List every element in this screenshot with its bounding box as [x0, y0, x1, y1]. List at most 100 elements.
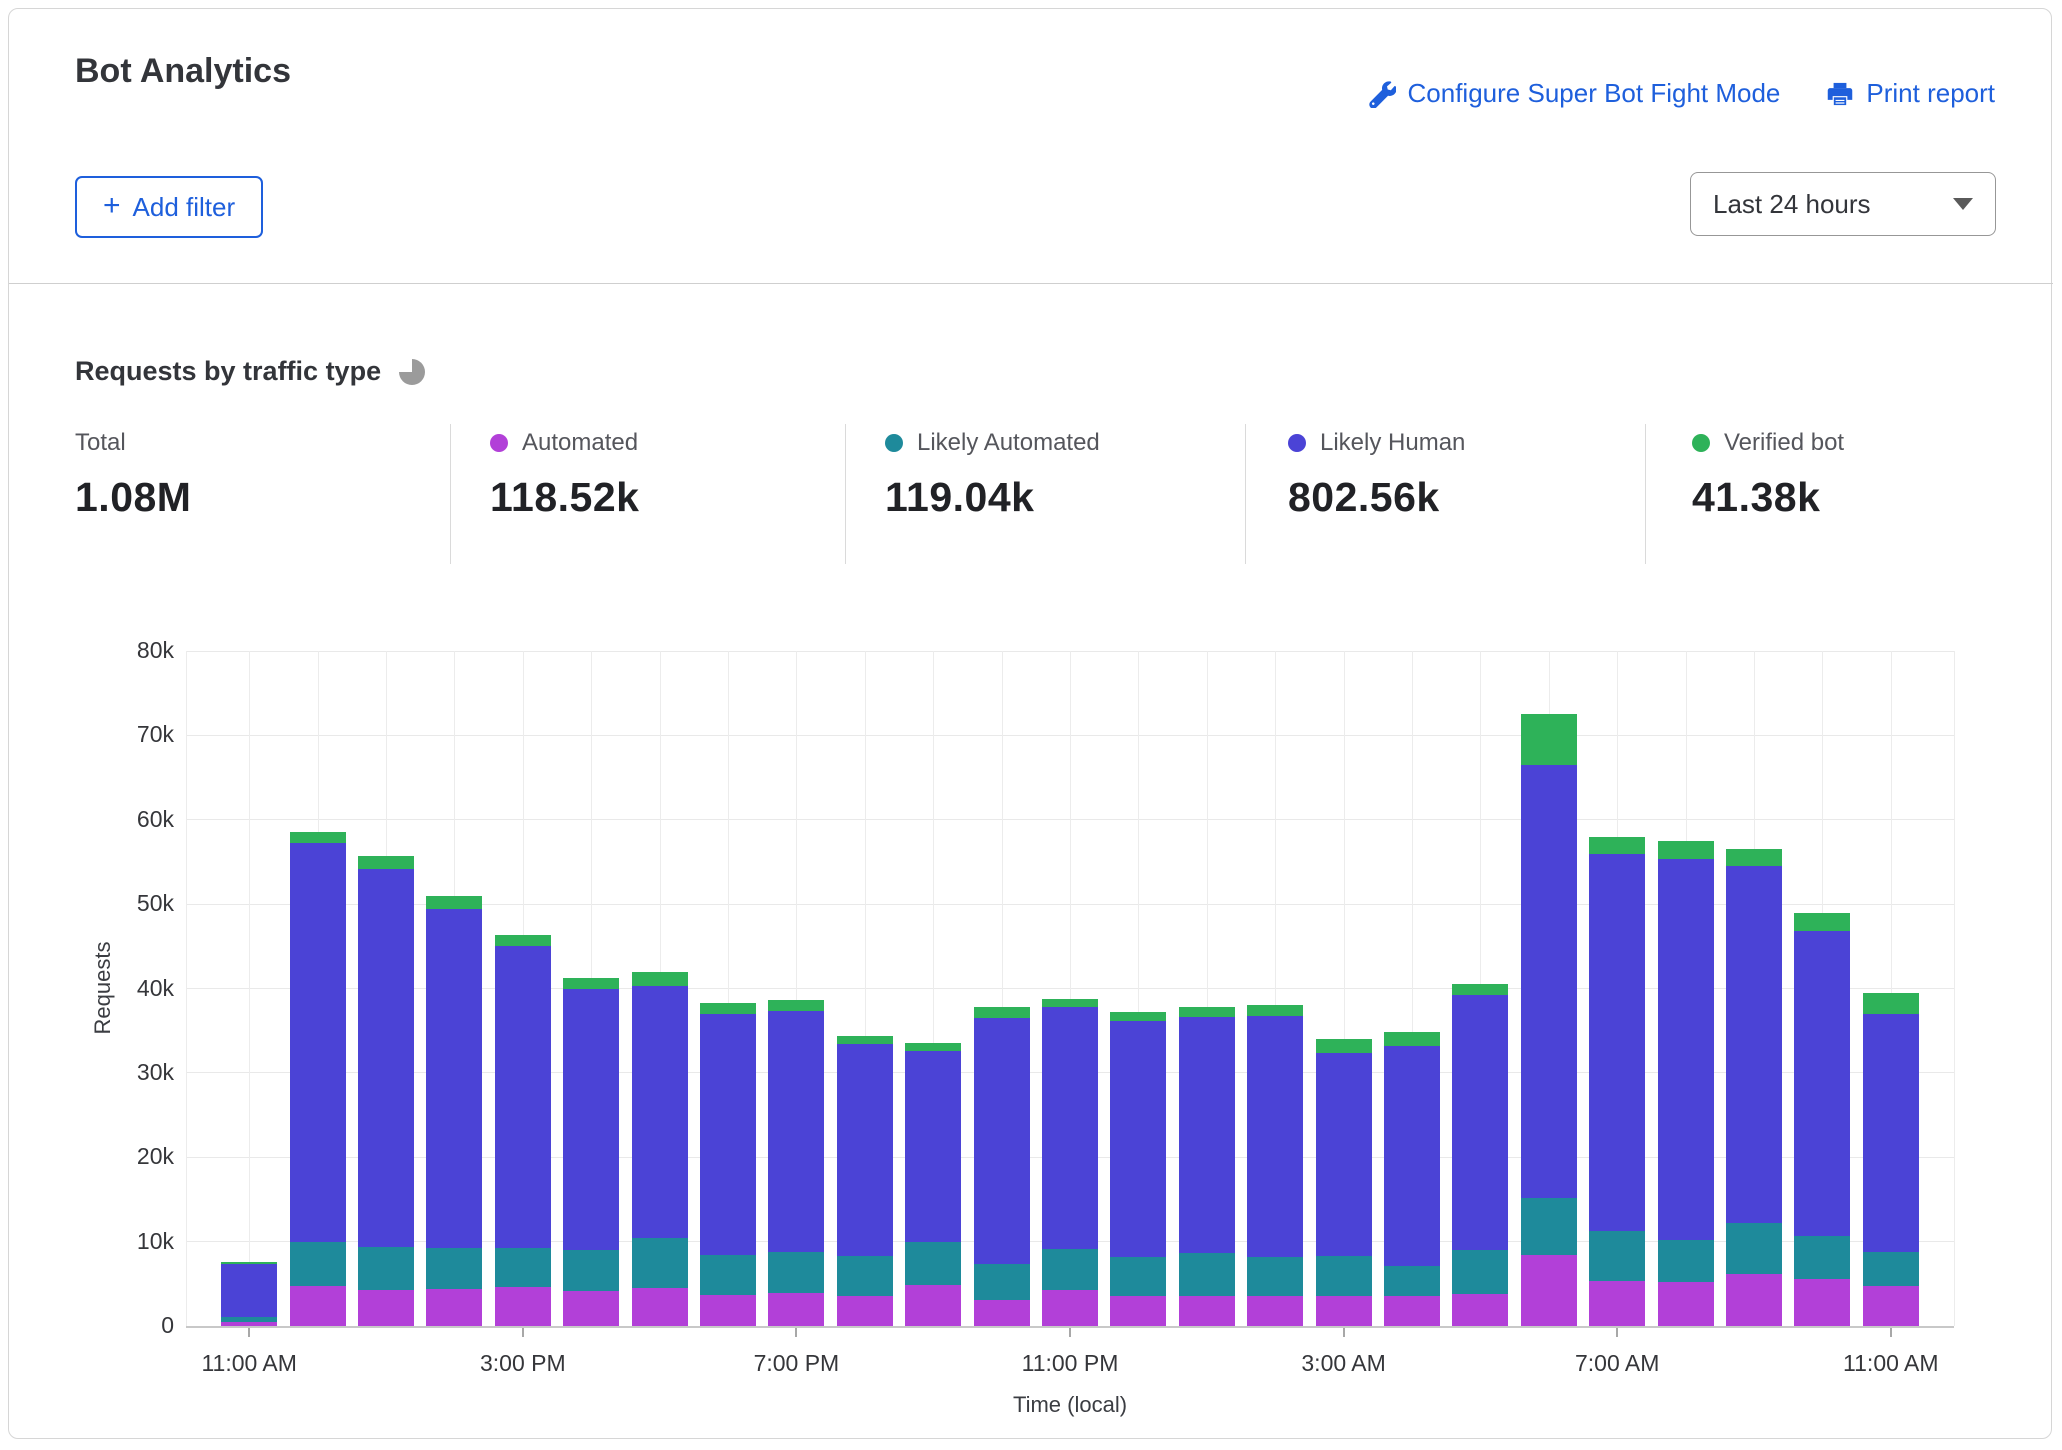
bar-segment-likely-automated[interactable] — [563, 1250, 619, 1291]
bar-segment-automated[interactable] — [768, 1293, 824, 1326]
bar-segment-automated[interactable] — [632, 1288, 688, 1326]
bar-segment-likely-automated[interactable] — [426, 1248, 482, 1289]
bar-segment-verified-bot[interactable] — [768, 1000, 824, 1011]
bar-segment-likely-automated[interactable] — [358, 1247, 414, 1290]
bar-segment-verified-bot[interactable] — [221, 1262, 277, 1265]
bar-segment-verified-bot[interactable] — [1179, 1007, 1235, 1017]
bar-segment-automated[interactable] — [700, 1295, 756, 1326]
bar-segment-likely-automated[interactable] — [1042, 1249, 1098, 1290]
bar-segment-likely-human[interactable] — [837, 1044, 893, 1256]
bar-segment-likely-automated[interactable] — [974, 1264, 1030, 1300]
bar-segment-likely-automated[interactable] — [1521, 1198, 1577, 1255]
bar-segment-likely-automated[interactable] — [1658, 1240, 1714, 1282]
bar-segment-likely-human[interactable] — [632, 986, 688, 1238]
bar-segment-automated[interactable] — [974, 1300, 1030, 1326]
bar-segment-automated[interactable] — [1110, 1296, 1166, 1326]
bar-segment-likely-automated[interactable] — [221, 1317, 277, 1322]
bar-segment-automated[interactable] — [1316, 1296, 1372, 1326]
bar-segment-likely-human[interactable] — [1247, 1016, 1303, 1256]
bar-segment-likely-automated[interactable] — [290, 1242, 346, 1287]
bar-segment-verified-bot[interactable] — [1452, 984, 1508, 995]
bar-segment-verified-bot[interactable] — [1384, 1032, 1440, 1046]
bar-segment-automated[interactable] — [1179, 1296, 1235, 1326]
bar-segment-automated[interactable] — [1794, 1279, 1850, 1326]
bar-segment-likely-human[interactable] — [1384, 1046, 1440, 1266]
bar-segment-likely-automated[interactable] — [700, 1255, 756, 1295]
bar-segment-likely-human[interactable] — [221, 1264, 277, 1316]
bar-segment-verified-bot[interactable] — [1110, 1012, 1166, 1020]
bar-segment-verified-bot[interactable] — [1863, 993, 1919, 1014]
bar-segment-likely-human[interactable] — [974, 1018, 1030, 1264]
bar-segment-verified-bot[interactable] — [426, 896, 482, 910]
bar-segment-likely-automated[interactable] — [1110, 1257, 1166, 1296]
bar-segment-likely-human[interactable] — [768, 1011, 824, 1251]
bar-segment-likely-human[interactable] — [1589, 854, 1645, 1231]
bar-segment-verified-bot[interactable] — [1316, 1039, 1372, 1053]
bar-segment-automated[interactable] — [905, 1285, 961, 1326]
bar-segment-likely-human[interactable] — [1658, 859, 1714, 1240]
bar-segment-verified-bot[interactable] — [905, 1043, 961, 1051]
bar-segment-likely-human[interactable] — [700, 1014, 756, 1255]
bar-segment-likely-human[interactable] — [1863, 1014, 1919, 1252]
bar-segment-verified-bot[interactable] — [1658, 841, 1714, 860]
bar-segment-likely-human[interactable] — [426, 909, 482, 1248]
bar-segment-automated[interactable] — [1247, 1296, 1303, 1326]
bar-segment-verified-bot[interactable] — [837, 1036, 893, 1044]
bar-segment-likely-human[interactable] — [495, 946, 551, 1248]
bar-segment-likely-human[interactable] — [1179, 1017, 1235, 1253]
print-report-link[interactable]: Print report — [1826, 78, 1995, 109]
bar-segment-likely-automated[interactable] — [632, 1238, 688, 1288]
bar-segment-likely-automated[interactable] — [768, 1252, 824, 1293]
add-filter-button[interactable]: + Add filter — [75, 176, 263, 238]
bar-segment-likely-automated[interactable] — [837, 1256, 893, 1296]
bar-segment-verified-bot[interactable] — [1726, 849, 1782, 866]
bar-segment-likely-automated[interactable] — [495, 1248, 551, 1287]
bar-segment-automated[interactable] — [358, 1290, 414, 1326]
bar-segment-likely-automated[interactable] — [1452, 1250, 1508, 1294]
bar-segment-verified-bot[interactable] — [1794, 913, 1850, 932]
bar-segment-likely-automated[interactable] — [1863, 1252, 1919, 1286]
bar-segment-likely-human[interactable] — [1521, 765, 1577, 1198]
bar-segment-automated[interactable] — [1658, 1282, 1714, 1326]
bar-segment-verified-bot[interactable] — [358, 856, 414, 869]
bar-segment-automated[interactable] — [1589, 1281, 1645, 1326]
bar-segment-verified-bot[interactable] — [632, 972, 688, 986]
bar-segment-automated[interactable] — [563, 1291, 619, 1326]
bar-segment-verified-bot[interactable] — [974, 1007, 1030, 1018]
bar-segment-verified-bot[interactable] — [563, 978, 619, 989]
bar-segment-automated[interactable] — [1726, 1274, 1782, 1326]
bar-segment-likely-automated[interactable] — [1179, 1253, 1235, 1296]
bar-segment-likely-human[interactable] — [1794, 931, 1850, 1236]
bar-segment-likely-human[interactable] — [1726, 866, 1782, 1223]
bar-segment-verified-bot[interactable] — [1589, 837, 1645, 854]
bar-segment-likely-automated[interactable] — [1589, 1231, 1645, 1282]
bar-segment-automated[interactable] — [290, 1286, 346, 1326]
bar-segment-likely-automated[interactable] — [1247, 1257, 1303, 1296]
bar-segment-likely-human[interactable] — [563, 989, 619, 1251]
bar-segment-likely-automated[interactable] — [1316, 1256, 1372, 1297]
bar-segment-likely-human[interactable] — [1110, 1021, 1166, 1257]
configure-super-bot-fight-mode-link[interactable]: Configure Super Bot Fight Mode — [1368, 78, 1781, 109]
bar-segment-verified-bot[interactable] — [290, 832, 346, 842]
bar-segment-automated[interactable] — [495, 1287, 551, 1326]
bar-segment-likely-human[interactable] — [1316, 1053, 1372, 1256]
bar-segment-automated[interactable] — [1384, 1296, 1440, 1326]
bar-segment-likely-automated[interactable] — [1726, 1223, 1782, 1274]
bar-segment-verified-bot[interactable] — [1247, 1005, 1303, 1016]
bar-segment-likely-automated[interactable] — [1384, 1266, 1440, 1296]
bar-segment-likely-human[interactable] — [290, 843, 346, 1242]
bar-segment-likely-human[interactable] — [905, 1051, 961, 1242]
bar-segment-automated[interactable] — [426, 1289, 482, 1326]
bar-segment-verified-bot[interactable] — [1042, 999, 1098, 1007]
bar-segment-likely-human[interactable] — [358, 869, 414, 1247]
bar-segment-likely-automated[interactable] — [905, 1242, 961, 1285]
bar-segment-automated[interactable] — [1521, 1255, 1577, 1326]
bar-segment-verified-bot[interactable] — [495, 935, 551, 947]
bar-segment-likely-automated[interactable] — [1794, 1236, 1850, 1279]
bar-segment-likely-human[interactable] — [1042, 1007, 1098, 1249]
bar-segment-verified-bot[interactable] — [1521, 714, 1577, 765]
bar-segment-automated[interactable] — [1042, 1290, 1098, 1326]
bar-segment-likely-human[interactable] — [1452, 995, 1508, 1250]
bar-segment-verified-bot[interactable] — [700, 1003, 756, 1014]
time-range-select[interactable]: Last 24 hours — [1690, 172, 1996, 236]
